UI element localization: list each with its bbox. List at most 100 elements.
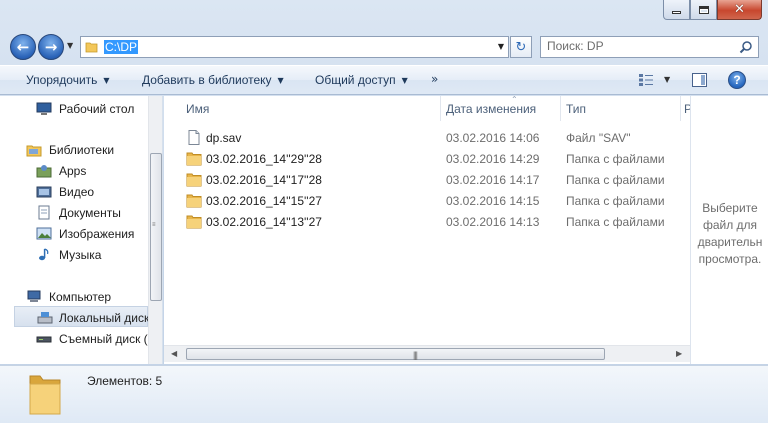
command-bar: Упорядочить ▼ Добавить в библиотеку ▼ Общи… [0,65,768,95]
sidebar-item-label: Съемный диск ( [59,332,148,346]
horizontal-scrollbar[interactable]: ◀ ||| ▶ [164,345,690,362]
add-to-library-menu[interactable]: Добавить в библиотеку ▼ [142,73,284,87]
address-bar[interactable]: C:\DP ▼ [80,36,509,58]
forward-button[interactable]: → [38,34,64,60]
folder-icon [85,42,98,53]
folder-icon [186,194,202,208]
preview-message: Выберите файл для дварительн просмотра. [691,200,768,268]
libraries-icon [26,145,42,157]
caption-buttons: ✕ [663,0,762,20]
column-header-type[interactable]: Тип [566,96,586,121]
forward-arrow-icon: → [44,38,58,56]
file-row[interactable]: 03.02.2016_14''29''28 03.02.2016 14:29 П… [164,148,674,169]
close-button[interactable]: ✕ [717,0,762,20]
file-name: 03.02.2016_14''29''28 [206,152,322,166]
search-icon[interactable] [739,40,753,54]
minimize-icon [672,11,681,14]
sidebar-item-label: Apps [59,164,87,178]
add-to-library-label: Добавить в библиотеку [142,73,272,87]
navigation-pane: Рабочий стол Библиотеки Apps Видео Докум… [0,96,163,364]
column-header-date[interactable]: Дата изменения [446,96,536,121]
minimize-button[interactable] [663,0,690,20]
sidebar-item-pictures[interactable]: Изображения [0,223,148,244]
sidebar-item-desktop[interactable]: Рабочий стол [0,98,148,119]
search-box[interactable] [540,36,759,58]
folder-icon [186,173,202,187]
folder-icon [186,215,202,229]
music-icon [39,248,49,261]
refresh-icon: ↻ [515,39,527,55]
scroll-right-icon[interactable]: ▶ [676,349,682,358]
sidebar-item-label: Музыка [59,248,102,262]
address-path[interactable]: C:\DP [104,40,139,54]
back-arrow-icon: ← [16,38,30,56]
preview-pane: Выберите файл для дварительн просмотра. [690,96,768,364]
file-icon [188,130,200,145]
details-pane: Элементов: 5 [0,365,768,423]
sidebar-item-apps[interactable]: Apps [0,160,148,181]
grip-icon: ≡ [152,222,156,228]
file-type: Папка с файлами [566,194,665,208]
share-menu[interactable]: Общий доступ ▼ [315,73,408,87]
view-dropdown-icon[interactable]: ▼ [664,75,670,84]
file-row[interactable]: 03.02.2016_14''17''28 03.02.2016 14:17 П… [164,169,674,190]
chevron-down-icon: ▼ [103,76,110,85]
file-name: 03.02.2016_14''17''28 [206,173,322,187]
sidebar-item-computer[interactable]: Компьютер [0,286,148,307]
column-header-name[interactable]: Имя [186,96,209,121]
file-name: dp.sav [206,131,242,145]
recent-pages-dropdown[interactable]: ▼ [67,41,73,50]
column-separator[interactable] [680,96,681,121]
maximize-button[interactable] [690,0,717,20]
close-icon: ✕ [734,2,745,17]
sidebar-item-label: Рабочий стол [59,102,135,116]
preview-line: просмотра. [698,252,762,266]
organize-menu[interactable]: Упорядочить ▼ [26,73,110,87]
preview-line: Выберите [702,201,758,215]
column-separator[interactable] [560,96,561,121]
view-options-icon[interactable] [638,73,654,87]
back-button[interactable]: ← [10,34,36,60]
more-commands-button[interactable]: » [431,72,438,86]
file-date: 03.02.2016 14:06 [446,131,540,145]
sidebar-item-video[interactable]: Видео [0,181,148,202]
desktop-icon [36,102,52,115]
item-count: Элементов: 5 [87,374,163,388]
video-icon [36,186,52,198]
sidebar-item-label: Видео [59,185,95,199]
column-separator[interactable] [440,96,441,121]
sidebar-item-local-disk[interactable]: Локальный диск [14,306,150,327]
grip-icon: ||| [413,350,418,360]
search-input[interactable] [547,39,737,53]
documents-icon [38,205,50,220]
file-type: Папка с файлами [566,215,665,229]
pictures-icon [36,227,52,240]
file-row[interactable]: 03.02.2016_14''13''27 03.02.2016 14:13 П… [164,211,674,232]
removable-disk-icon [36,336,52,343]
sidebar-item-label: Библиотеки [49,143,115,157]
sidebar-item-music[interactable]: Музыка [0,244,148,265]
sidebar-item-libraries[interactable]: Библиотеки [0,139,148,160]
address-dropdown-icon[interactable]: ▼ [498,42,504,51]
file-date: 03.02.2016 14:13 [446,215,540,229]
share-label: Общий доступ [315,73,396,87]
preview-line: дварительн [697,235,763,249]
scroll-left-icon[interactable]: ◀ [171,349,177,358]
computer-icon [27,290,41,302]
scrollbar-thumb[interactable]: ||| [186,348,605,360]
file-row[interactable]: dp.sav 03.02.2016 14:06 Файл "SAV" [164,127,674,148]
help-button[interactable]: ? [728,71,746,89]
sidebar-scrollbar[interactable]: ≡ [148,96,162,364]
maximize-icon [698,5,709,14]
sidebar-item-removable-disk[interactable]: Съемный диск ( [0,328,148,349]
sidebar-item-label: Изображения [59,227,135,241]
apps-icon [36,165,52,178]
sidebar-item-label: Локальный диск [59,311,150,325]
refresh-button[interactable]: ↻ [510,36,532,58]
file-row[interactable]: 03.02.2016_14''15''27 03.02.2016 14:15 П… [164,190,674,211]
sidebar-item-documents[interactable]: Документы [0,202,148,223]
file-list-pane: ⌃ Имя Дата изменения Тип Р dp.sav 03.02.… [164,95,692,364]
preview-line: файл для [702,218,758,232]
preview-pane-toggle-icon[interactable] [692,73,707,87]
file-name: 03.02.2016_14''15''27 [206,194,322,208]
